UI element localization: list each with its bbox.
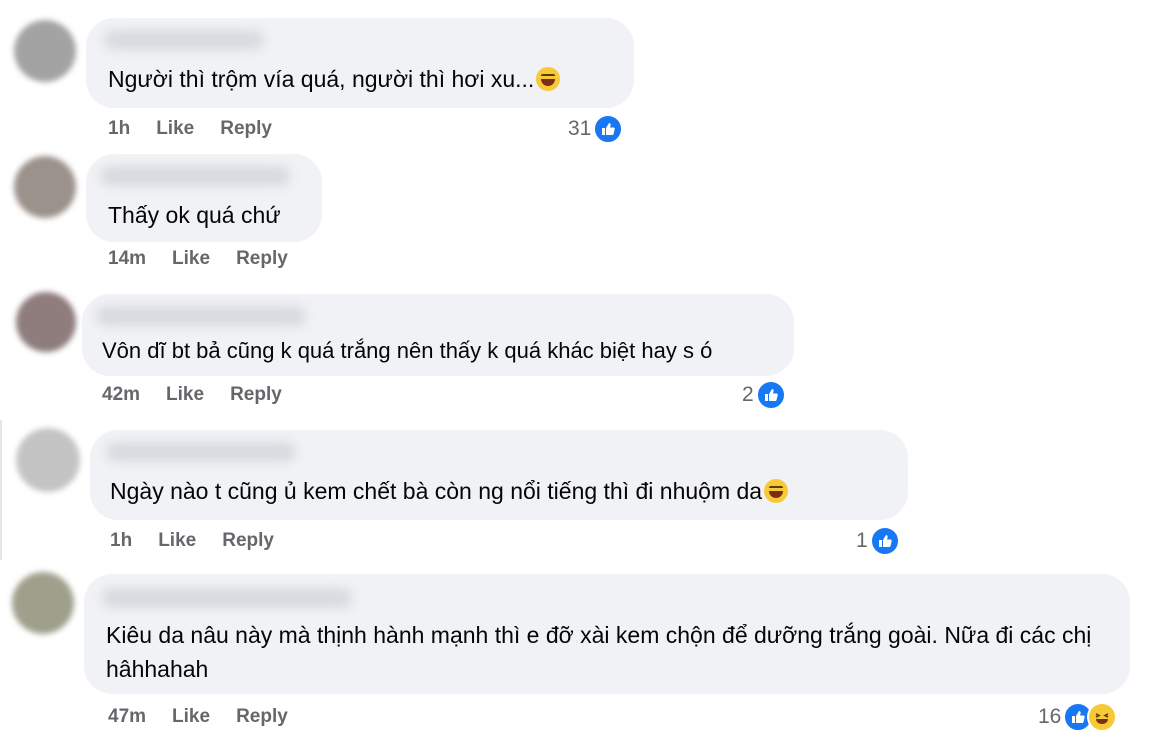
tears-of-joy-emoji-icon — [764, 479, 789, 503]
reaction-count: 16 — [1038, 705, 1062, 728]
reply-link[interactable]: Reply — [236, 248, 288, 270]
reaction-summary[interactable]: 2 — [742, 380, 786, 410]
comment-time[interactable]: 1h — [110, 530, 132, 552]
comment-actions: 1h Like Reply — [110, 530, 274, 552]
comment-bubble: Kiêu da nâu này mà thịnh hành mạnh thì e… — [84, 574, 1130, 694]
comment-time[interactable]: 42m — [102, 384, 140, 406]
author-name-blurred[interactable] — [104, 30, 264, 50]
reply-link[interactable]: Reply — [220, 118, 272, 140]
haha-icon — [1087, 702, 1118, 732]
comment-3: Vôn dĩ bt bả cũng k quá trắng nên thấy k… — [0, 280, 1176, 420]
avatar[interactable] — [14, 156, 76, 218]
like-link[interactable]: Like — [158, 530, 196, 552]
comment-bubble: Thấy ok quá chứ — [86, 154, 322, 242]
like-link[interactable]: Like — [172, 706, 210, 728]
comment-actions: 42m Like Reply — [102, 384, 282, 406]
comment-1: Người thì trộm vía quá, người thì hơi xu… — [0, 0, 1176, 150]
comment-text: Vôn dĩ bt bả cũng k quá trắng nên thấy k… — [102, 334, 712, 368]
avatar[interactable] — [14, 20, 76, 82]
comment-bubble: Ngày nào t cũng ủ kem chết bà còn ng nổi… — [90, 430, 908, 520]
like-link[interactable]: Like — [156, 118, 194, 140]
comment-text: Ngày nào t cũng ủ kem chết bà còn ng nổi… — [110, 474, 789, 508]
author-name-blurred[interactable] — [102, 588, 352, 608]
comment-bubble: Người thì trộm vía quá, người thì hơi xu… — [86, 18, 634, 108]
reaction-count: 1 — [856, 529, 868, 552]
reaction-summary[interactable]: 16 — [1038, 702, 1118, 732]
author-name-blurred[interactable] — [96, 306, 306, 326]
reply-link[interactable]: Reply — [236, 706, 288, 728]
comment-actions: 14m Like Reply — [108, 248, 288, 270]
comment-4: Ngày nào t cũng ủ kem chết bà còn ng nổi… — [0, 420, 1176, 570]
comment-text-content: Ngày nào t cũng ủ kem chết bà còn ng nổi… — [110, 478, 763, 504]
comment-2: Thấy ok quá chứ 14m Like Reply — [0, 150, 1176, 280]
comment-text: Thấy ok quá chứ — [108, 198, 281, 232]
comment-text-content: Người thì trộm vía quá, người thì hơi xu… — [108, 66, 535, 92]
comment-actions: 1h Like Reply — [108, 118, 272, 140]
reply-link[interactable]: Reply — [222, 530, 274, 552]
author-name-blurred[interactable] — [106, 442, 296, 462]
comment-text-content: Kiêu da nâu này mà thịnh hành mạnh thì e… — [106, 622, 1092, 682]
comment-time[interactable]: 47m — [108, 706, 146, 728]
like-icon — [869, 526, 900, 556]
avatar[interactable] — [12, 572, 74, 634]
reaction-count: 2 — [742, 383, 754, 406]
like-link[interactable]: Like — [166, 384, 204, 406]
comment-bubble: Vôn dĩ bt bả cũng k quá trắng nên thấy k… — [82, 294, 794, 376]
like-icon — [755, 380, 786, 410]
comment-actions: 47m Like Reply — [108, 706, 288, 728]
reaction-summary[interactable]: 1 — [856, 526, 900, 556]
reaction-summary[interactable]: 31 — [568, 114, 624, 144]
reply-link[interactable]: Reply — [230, 384, 282, 406]
comment-5: Kiêu da nâu này mà thịnh hành mạnh thì e… — [0, 570, 1176, 746]
like-icon — [593, 114, 624, 144]
comment-time[interactable]: 1h — [108, 118, 130, 140]
comment-text-content: Thấy ok quá chứ — [108, 202, 281, 228]
comment-time[interactable]: 14m — [108, 248, 146, 270]
comment-text: Kiêu da nâu này mà thịnh hành mạnh thì e… — [106, 618, 1106, 686]
grinning-squinting-emoji-icon — [536, 67, 561, 91]
comment-text-content: Vôn dĩ bt bả cũng k quá trắng nên thấy k… — [102, 338, 713, 363]
author-name-blurred[interactable] — [100, 166, 290, 186]
reaction-count: 31 — [568, 117, 592, 140]
like-link[interactable]: Like — [172, 248, 210, 270]
comment-text: Người thì trộm vía quá, người thì hơi xu… — [108, 62, 561, 96]
avatar[interactable] — [16, 428, 80, 492]
avatar[interactable] — [16, 292, 76, 352]
